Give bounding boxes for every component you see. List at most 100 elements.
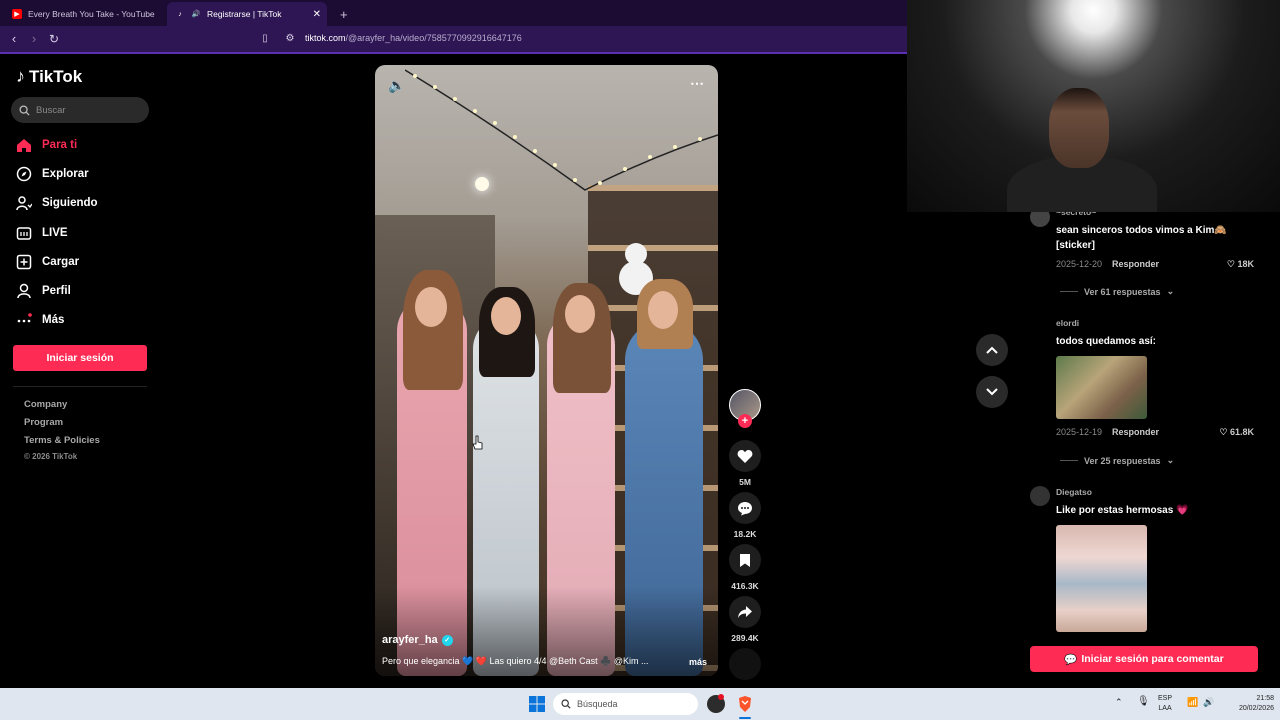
- browser-tab-bar: ▶ Every Breath You Take - YouTube ♪ 🔊 Re…: [0, 0, 907, 26]
- webcam-person-face: [1049, 88, 1109, 168]
- sidebar-item-label: Perfil: [42, 285, 71, 297]
- next-video-button[interactable]: [976, 376, 1008, 408]
- dancer-3-face: [565, 295, 595, 333]
- music-disc[interactable]: [729, 648, 761, 680]
- share-count: 289.4K: [731, 633, 759, 643]
- compass-icon: [16, 166, 32, 182]
- webcam-overlay: [907, 0, 1280, 212]
- home-icon: [16, 137, 32, 153]
- tab-youtube[interactable]: ▶ Every Breath You Take - YouTube: [4, 2, 164, 26]
- sidebar-item-siguiendo[interactable]: Siguiendo: [16, 195, 98, 211]
- url-field[interactable]: tiktok.com/@arayfer_ha/video/75857709929…: [305, 33, 522, 43]
- following-icon: [16, 195, 32, 211]
- microphone-icon[interactable]: 🎙: [1137, 697, 1150, 707]
- tab-tiktok[interactable]: ♪ 🔊 Registrarse | TikTok ✕: [167, 2, 327, 26]
- video-caption: Pero que elegancia 💙 ❤️ Las quiero 4/4 @…: [382, 656, 649, 666]
- view-replies-link[interactable]: Ver 25 respuestas ⌄: [1060, 455, 1174, 466]
- brave-browser-icon[interactable]: [736, 695, 754, 713]
- sidebar-item-label: Más: [42, 314, 65, 326]
- live-icon: [16, 225, 32, 241]
- sidebar-item-live[interactable]: LIVE: [16, 225, 68, 241]
- wifi-icon[interactable]: 📶: [1187, 697, 1198, 707]
- comment-icon: [738, 501, 752, 515]
- search-icon: [19, 104, 30, 116]
- commenter-avatar[interactable]: [1030, 486, 1050, 506]
- follow-plus-icon[interactable]: +: [738, 414, 752, 428]
- video-player[interactable]: 🔈 ⋯ arayfer_ha ✓ Pero que elegancia 💙 ❤️…: [375, 65, 718, 676]
- chevron-up-icon[interactable]: ⌃: [1115, 697, 1123, 707]
- comment-likes[interactable]: ♡ 61.8K: [1219, 427, 1254, 438]
- sidebar-item-cargar[interactable]: Cargar: [16, 254, 79, 270]
- tab-label: Every Breath You Take - YouTube: [28, 9, 155, 19]
- speaker-icon: 🔊: [191, 11, 201, 18]
- video-author[interactable]: arayfer_ha ✓: [382, 634, 453, 646]
- view-replies-link[interactable]: Ver 61 respuestas ⌄: [1060, 286, 1174, 297]
- reply-button[interactable]: Responder: [1112, 427, 1159, 437]
- logo-text: TikTok: [29, 66, 83, 86]
- address-bar: ‹ › ↻ ▯ ⚙ tiktok.com/@arayfer_ha/video/7…: [0, 26, 907, 54]
- replies-label: Ver 25 respuestas: [1084, 455, 1161, 466]
- volume-icon[interactable]: 🔊: [1203, 697, 1214, 707]
- share-button[interactable]: [729, 596, 761, 628]
- back-icon[interactable]: ‹: [6, 31, 22, 47]
- sidebar-item-perfil[interactable]: Perfil: [16, 283, 71, 299]
- site-settings-icon[interactable]: ⚙: [282, 31, 298, 47]
- verified-icon: ✓: [441, 634, 453, 646]
- login-button[interactable]: Iniciar sesión: [13, 345, 147, 371]
- sidebar-item-explorar[interactable]: Explorar: [16, 166, 89, 182]
- comment-date: 2025-12-20: [1056, 259, 1103, 269]
- comment-button[interactable]: [729, 492, 761, 524]
- login-to-comment-button[interactable]: 💬 Iniciar sesión para comentar: [1030, 646, 1258, 672]
- url-path: /@arayfer_ha/video/7585770992916647176: [345, 33, 522, 43]
- like-button[interactable]: [729, 440, 761, 472]
- bookmark-icon: [740, 553, 750, 567]
- comment-image[interactable]: [1056, 356, 1147, 419]
- comment-text: Like por estas hermosas 💗: [1056, 505, 1189, 516]
- footer-link-program[interactable]: Program: [24, 417, 63, 428]
- comment-likes[interactable]: ♡ 18K: [1227, 259, 1254, 270]
- clock[interactable]: 21:58 20/02/2026: [1222, 694, 1274, 714]
- comment-username[interactable]: elordi: [1056, 318, 1079, 328]
- comment-image[interactable]: [1056, 525, 1147, 632]
- windows-start-icon[interactable]: [528, 695, 546, 713]
- taskbar-search-label: Búsqueda: [577, 699, 618, 709]
- save-button[interactable]: [729, 544, 761, 576]
- search-input[interactable]: Buscar: [11, 97, 149, 123]
- string-lights: [405, 69, 718, 191]
- close-tab-icon[interactable]: ✕: [313, 9, 321, 20]
- comment-date: 2025-12-19: [1056, 427, 1103, 437]
- sidebar-item-label: Cargar: [42, 256, 80, 268]
- notification-dot: [718, 694, 724, 700]
- copyright: © 2026 TikTok: [24, 452, 78, 461]
- sidebar-item-label: LIVE: [42, 227, 68, 239]
- tiktok-note-icon: ♪: [16, 66, 25, 86]
- tiktok-logo[interactable]: ♪ TikTok: [16, 66, 82, 87]
- footer-link-terms[interactable]: Terms & Policies: [24, 435, 100, 446]
- forward-icon[interactable]: ›: [26, 31, 42, 47]
- comment-bubble-icon: 💬: [1064, 653, 1078, 666]
- active-app-indicator: [739, 717, 751, 719]
- sidebar-item-mas[interactable]: Más: [16, 312, 64, 328]
- comment-username[interactable]: Diegatso: [1056, 487, 1092, 497]
- reply-button[interactable]: Responder: [1112, 259, 1159, 269]
- login-to-comment-label: Iniciar sesión para comentar: [1081, 653, 1224, 665]
- youtube-icon: ▶: [12, 9, 22, 19]
- mute-icon[interactable]: 🔈: [388, 77, 405, 94]
- hand-cursor-icon: [472, 435, 483, 450]
- previous-video-button[interactable]: [976, 334, 1008, 366]
- like-count: 5M: [739, 477, 751, 487]
- new-tab-button[interactable]: +: [332, 2, 356, 26]
- sidebar-item-label: Siguiendo: [42, 197, 98, 209]
- sidebar-item-para-ti[interactable]: Para ti: [16, 137, 77, 153]
- more-options-icon[interactable]: ⋯: [690, 75, 704, 92]
- footer-link-company[interactable]: Company: [24, 399, 67, 410]
- upload-icon: [16, 254, 32, 270]
- reload-icon[interactable]: ↻: [46, 31, 62, 47]
- bookmark-icon[interactable]: ▯: [257, 31, 273, 47]
- heart-outline-icon: ♡: [1219, 427, 1228, 437]
- dancer-1-face: [415, 287, 447, 327]
- windows-taskbar: Búsqueda ⌃ 🎙 ESP LAA 📶 🔊 21:58 20/02/202…: [0, 688, 1280, 720]
- taskbar-search[interactable]: Búsqueda: [553, 693, 698, 715]
- language-indicator[interactable]: ESP LAA: [1158, 694, 1172, 714]
- caption-more-link[interactable]: más: [689, 657, 707, 667]
